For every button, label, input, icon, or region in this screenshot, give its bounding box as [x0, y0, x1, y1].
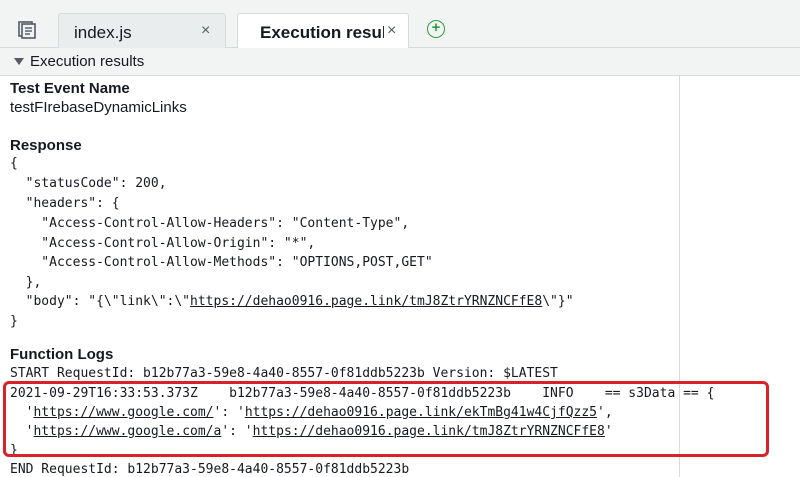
response-body-link[interactable]: https://dehao0916.page.link/tmJ8ZtrYRNZN… [190, 294, 542, 309]
response-line: "Access-Control-Allow-Origin": "*", [10, 236, 316, 251]
execution-results-header[interactable]: Execution results [0, 48, 800, 76]
test-event-name: testFIrebaseDynamicLinks [10, 99, 187, 116]
response-body-suffix: \"}" [542, 294, 574, 309]
caret-down-icon[interactable] [14, 58, 24, 65]
tab-index-js[interactable]: index.js × [58, 13, 226, 48]
tab-execution-results[interactable]: Execution results × [237, 13, 409, 49]
section-title: Execution results [30, 53, 145, 70]
tab-label: Execution results [260, 23, 384, 42]
response-line: }, [10, 275, 42, 290]
editor-tab-bar: index.js × Execution results × + [0, 0, 800, 49]
response-line: "headers": { [10, 196, 120, 211]
tab-label: index.js [74, 23, 132, 42]
test-event-heading: Test Event Name [10, 80, 130, 97]
close-icon[interactable]: × [387, 23, 396, 39]
files-icon[interactable] [17, 21, 37, 39]
response-body-prefix: "body": "{\"link\":\" [10, 294, 191, 309]
response-line: { [10, 156, 18, 171]
response-line: } [10, 314, 18, 329]
add-tab-icon[interactable]: + [427, 20, 445, 38]
response-heading: Response [10, 137, 82, 154]
response-line: "statusCode": 200, [10, 176, 167, 191]
function-logs-heading: Function Logs [10, 346, 114, 363]
log-start-line: START RequestId: b12b77a3-59e8-4a40-8557… [10, 366, 558, 381]
log-end-line: END RequestId: b12b77a3-59e8-4a40-8557-0… [10, 462, 410, 477]
close-icon[interactable]: × [201, 23, 210, 39]
highlight-annotation [3, 381, 769, 457]
response-line: "Access-Control-Allow-Headers": "Content… [10, 216, 410, 231]
response-line: "Access-Control-Allow-Methods": "OPTIONS… [10, 255, 433, 270]
response-line: "body": "{\"link\":\"https://dehao0916.p… [10, 294, 574, 310]
